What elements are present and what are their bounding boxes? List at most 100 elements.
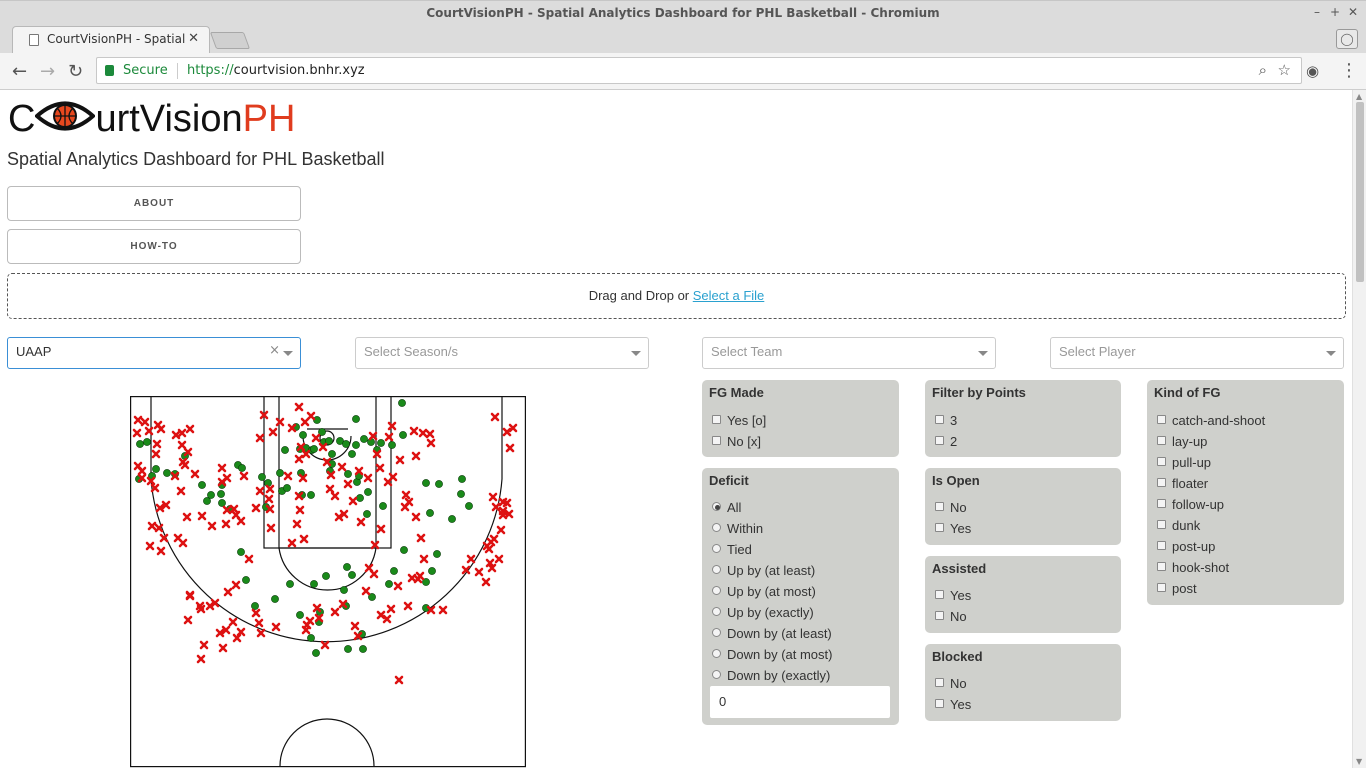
radio-button[interactable] — [712, 586, 721, 595]
radio-button[interactable] — [712, 607, 721, 616]
league-select[interactable]: UAAP × — [7, 337, 301, 369]
file-dropzone[interactable]: Drag and Drop or Select a File — [7, 273, 1346, 319]
missed-shot-marker — [185, 424, 195, 434]
checkbox[interactable] — [935, 590, 944, 599]
missed-shot-marker — [361, 586, 371, 596]
scrollbar-thumb[interactable] — [1356, 102, 1364, 282]
radio-button[interactable] — [712, 523, 721, 532]
forward-icon[interactable]: → — [40, 61, 55, 82]
reload-icon[interactable]: ↻ — [68, 61, 83, 82]
extension-icon[interactable]: ◉ — [1306, 62, 1319, 80]
checkbox[interactable] — [1157, 457, 1166, 466]
assisted-no-option[interactable]: No — [935, 609, 967, 624]
checkbox[interactable] — [1157, 415, 1166, 424]
fg-made-yes-option[interactable]: Yes [o] — [712, 413, 766, 428]
checkbox[interactable] — [935, 415, 944, 424]
maximize-icon[interactable]: + — [1330, 5, 1340, 19]
bookmark-star-icon[interactable]: ☆ — [1278, 61, 1291, 79]
dropzone-text: Drag and Drop or — [588, 288, 693, 303]
about-button[interactable]: ABOUT — [7, 186, 301, 221]
checkbox[interactable] — [1157, 541, 1166, 550]
checkbox[interactable] — [935, 611, 944, 620]
chevron-down-icon[interactable] — [978, 351, 988, 356]
browser-tab[interactable]: CourtVisionPH - Spatial Analytics Dashbo… — [12, 26, 210, 53]
checkbox[interactable] — [1157, 436, 1166, 445]
deficit-option[interactable]: Down by (at most) — [712, 647, 832, 662]
checkbox[interactable] — [935, 523, 944, 532]
deficit-option[interactable]: Down by (exactly) — [712, 668, 830, 683]
radio-button[interactable] — [712, 565, 721, 574]
deficit-option[interactable]: Up by (at least) — [712, 563, 815, 578]
scroll-down-icon[interactable]: ▼ — [1356, 757, 1362, 766]
address-bar[interactable]: Secure https://courtvision.bnhr.xyz ⌕ ☆ — [96, 57, 1302, 84]
radio-button[interactable] — [712, 628, 721, 637]
menu-icon[interactable]: ⋮ — [1340, 60, 1358, 81]
points-2-option[interactable]: 2 — [935, 434, 957, 449]
close-window-icon[interactable]: ✕ — [1348, 5, 1358, 19]
missed-shot-marker — [268, 427, 278, 437]
is-open-yes-option[interactable]: Yes — [935, 521, 971, 536]
deficit-option[interactable]: Down by (at least) — [712, 626, 832, 641]
assisted-yes-option[interactable]: Yes — [935, 588, 971, 603]
profile-icon[interactable]: ◯ — [1336, 29, 1358, 49]
url-host: courtvision.bnhr.xyz — [233, 63, 365, 78]
deficit-value-input[interactable]: 0 — [710, 686, 890, 718]
blocked-no-option[interactable]: No — [935, 676, 967, 691]
kind-option[interactable]: lay-up — [1157, 434, 1207, 449]
blocked-yes-option[interactable]: Yes — [935, 697, 971, 712]
select-file-link[interactable]: Select a File — [693, 288, 765, 303]
page-scrollbar[interactable]: ▲ ▼ — [1352, 90, 1366, 768]
howto-button[interactable]: HOW-TO — [7, 229, 301, 264]
radio-button[interactable] — [712, 544, 721, 553]
option-label: floater — [1172, 476, 1209, 491]
chevron-down-icon[interactable] — [283, 351, 293, 356]
checkbox[interactable] — [1157, 583, 1166, 592]
checkbox[interactable] — [935, 502, 944, 511]
checkbox[interactable] — [935, 699, 944, 708]
kind-option[interactable]: hook-shot — [1157, 560, 1229, 575]
checkbox[interactable] — [935, 678, 944, 687]
back-icon[interactable]: ← — [12, 61, 27, 82]
kind-option[interactable]: post-up — [1157, 539, 1215, 554]
clear-icon[interactable]: × — [269, 343, 280, 358]
checkbox[interactable] — [1157, 499, 1166, 508]
chevron-down-icon[interactable] — [631, 351, 641, 356]
points-3-option[interactable]: 3 — [935, 413, 957, 428]
deficit-option[interactable]: Up by (exactly) — [712, 605, 814, 620]
made-shot-marker — [312, 649, 320, 657]
panel-title: Blocked — [932, 649, 983, 664]
fg-made-no-option[interactable]: No [x] — [712, 434, 761, 449]
checkbox[interactable] — [1157, 562, 1166, 571]
new-tab-button[interactable] — [209, 32, 251, 49]
missed-shot-marker — [383, 477, 393, 487]
deficit-option[interactable]: Within — [712, 521, 763, 536]
radio-button[interactable] — [712, 649, 721, 658]
close-tab-icon[interactable]: ✕ — [188, 31, 199, 46]
checkbox[interactable] — [1157, 520, 1166, 529]
deficit-option[interactable]: Up by (at most) — [712, 584, 816, 599]
chevron-down-icon[interactable] — [1326, 351, 1336, 356]
team-select[interactable]: Select Team — [702, 337, 996, 369]
checkbox[interactable] — [712, 415, 721, 424]
is-open-no-option[interactable]: No — [935, 500, 967, 515]
kind-option[interactable]: floater — [1157, 476, 1208, 491]
deficit-option[interactable]: Tied — [712, 542, 752, 557]
kind-option[interactable]: post — [1157, 581, 1197, 596]
kind-option[interactable]: catch-and-shoot — [1157, 413, 1265, 428]
missed-shot-marker — [132, 428, 142, 438]
missed-shot-marker — [228, 617, 238, 627]
checkbox[interactable] — [1157, 478, 1166, 487]
kind-option[interactable]: dunk — [1157, 518, 1200, 533]
player-select[interactable]: Select Player — [1050, 337, 1344, 369]
checkbox[interactable] — [712, 436, 721, 445]
scroll-up-icon[interactable]: ▲ — [1356, 92, 1362, 101]
minimize-icon[interactable]: – — [1314, 5, 1320, 19]
season-select[interactable]: Select Season/s — [355, 337, 649, 369]
zoom-icon[interactable]: ⌕ — [1259, 61, 1267, 79]
kind-option[interactable]: pull-up — [1157, 455, 1211, 470]
kind-option[interactable]: follow-up — [1157, 497, 1224, 512]
deficit-option[interactable]: All — [712, 500, 741, 515]
checkbox[interactable] — [935, 436, 944, 445]
radio-button[interactable] — [712, 670, 721, 679]
radio-button[interactable] — [712, 502, 721, 511]
